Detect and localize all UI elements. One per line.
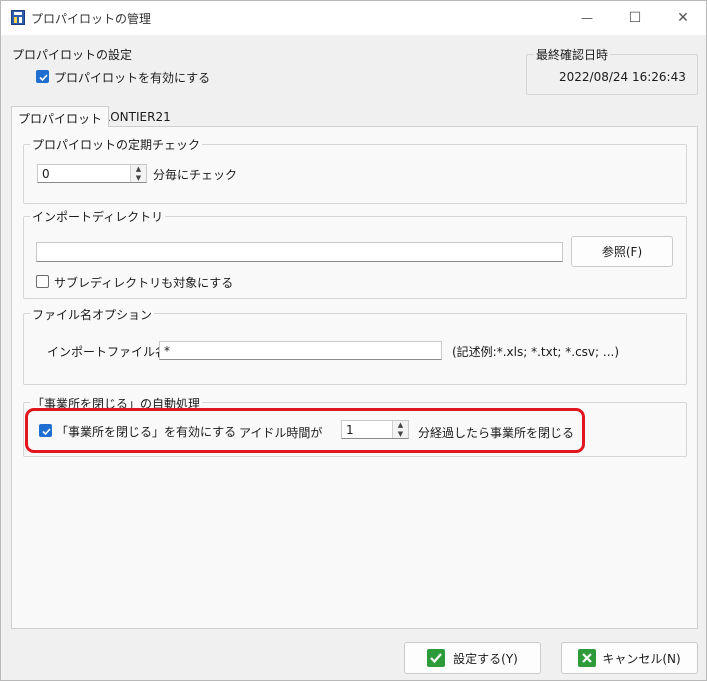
browse-button-label: 参照(F) <box>601 245 643 259</box>
import-file-name-value: * <box>164 344 170 358</box>
include-subdir-checkbox[interactable] <box>36 275 49 288</box>
propilot-settings-legend: プロパイロットの設定 <box>12 48 133 62</box>
import-file-name-input[interactable]: * <box>159 341 442 360</box>
import-dir-path-input[interactable] <box>36 242 563 262</box>
check-interval-value: 0 <box>42 167 50 181</box>
maximize-button[interactable]: ☐ <box>612 1 658 35</box>
ok-button[interactable]: 設定する(Y) <box>404 642 541 674</box>
browse-button[interactable]: 参照(F) <box>571 236 673 267</box>
import-file-name-label: インポートファイル名: <box>47 345 172 359</box>
main-window: プロパイロットの管理 — ☐ ✕ プロパイロットの設定 プロパイロットを有効にす… <box>0 0 707 681</box>
highlight-annotation-box <box>25 408 585 453</box>
file-name-options-legend: ファイル名オプション <box>30 306 155 323</box>
last-confirmed-legend: 最終確認日時 <box>534 46 611 63</box>
check-interval-spinner[interactable]: ▲ ▼ <box>130 165 146 182</box>
spin-up-icon[interactable]: ▲ <box>131 165 146 174</box>
periodic-check-legend: プロパイロットの定期チェック <box>30 136 203 153</box>
last-confirmed-value: 2022/08/24 16:26:43 <box>559 70 686 84</box>
cancel-button[interactable]: キャンセル(N) <box>561 642 698 674</box>
enable-propilot-label[interactable]: プロパイロットを有効にする <box>54 69 210 86</box>
title-bar: プロパイロットの管理 — ☐ ✕ <box>1 1 706 35</box>
minimize-icon: — <box>581 11 593 25</box>
close-button[interactable]: ✕ <box>660 1 706 35</box>
include-subdir-label[interactable]: サブレディレクトリも対象にする <box>54 274 233 291</box>
close-icon: ✕ <box>677 10 689 26</box>
cancel-x-icon <box>578 649 597 667</box>
ok-button-label: 設定する(Y) <box>453 651 518 666</box>
tab-propilot[interactable]: プロパイロット <box>11 106 110 127</box>
check-interval-suffix: 分毎にチェック <box>153 168 238 182</box>
check-mark-icon <box>427 649 446 667</box>
enable-propilot-checkbox[interactable] <box>36 70 49 83</box>
file-name-example: (記述例:*.xls; *.txt; *.csv; ...) <box>452 345 620 359</box>
tab-propilot-label: プロパイロット <box>18 112 103 126</box>
app-icon <box>11 10 25 25</box>
window-title: プロパイロットの管理 <box>31 12 152 26</box>
cancel-button-label: キャンセル(N) <box>602 651 681 666</box>
import-dir-legend: インポートディレクトリ <box>30 208 166 225</box>
minimize-button[interactable]: — <box>564 1 610 35</box>
check-icon <box>39 74 48 82</box>
maximize-icon: ☐ <box>628 10 642 26</box>
spin-down-icon[interactable]: ▼ <box>131 174 146 183</box>
